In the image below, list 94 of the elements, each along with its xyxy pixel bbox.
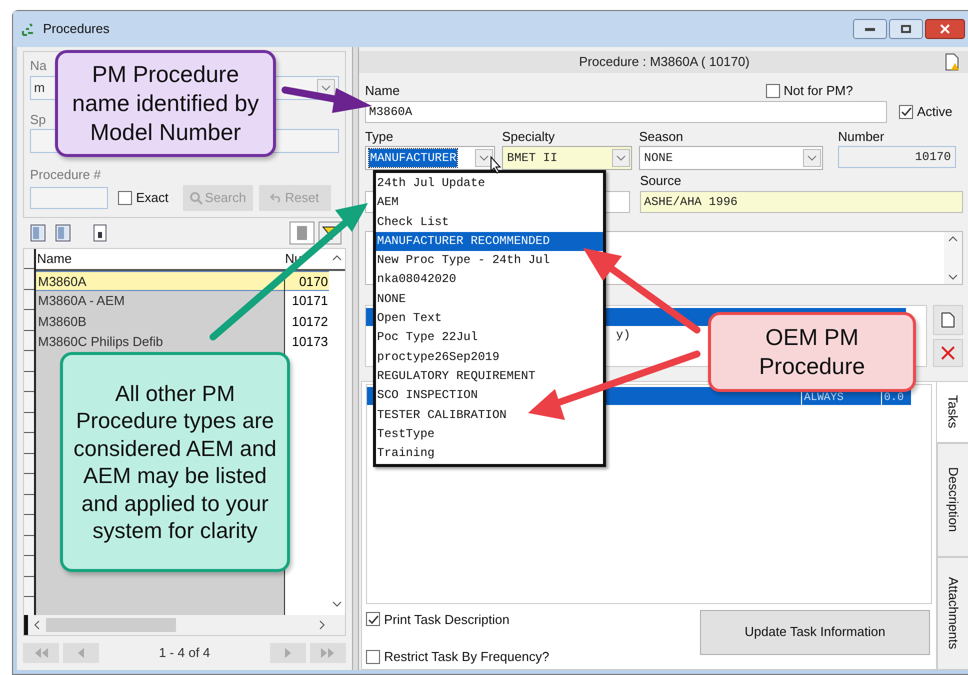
table-cell[interactable]: 0170 [285,270,329,291]
new-button[interactable] [933,304,963,334]
dropdown-option[interactable]: New Proc Type - 24th Jul [376,251,551,270]
dropdown-option[interactable]: TestType [376,424,436,444]
checkbox-label: Exact [136,188,169,207]
scroll-down-icon[interactable] [948,274,958,280]
checkbox[interactable] [366,612,380,626]
checkbox-label: Not for PM? [784,82,853,100]
search-icon [188,190,203,204]
dropdown-option[interactable]: AEM [376,193,400,213]
chevron-down-icon [807,155,817,161]
checkbox-label: Active [917,102,952,121]
table-cell[interactable]: 10171 [285,291,329,312]
close-icon [940,24,950,34]
dropdown-option[interactable]: NONE [376,290,407,310]
checkbox[interactable] [766,84,780,98]
dropdown-option[interactable]: TESTER CALIBRATION [376,406,508,425]
field-value: MANUFACTURER [369,149,458,167]
field-label: Name [365,82,400,100]
last-page-icon [320,648,336,658]
delete-button[interactable] [933,338,963,366]
table-cell[interactable]: M3860A [36,270,284,291]
side-tab[interactable]: Attachments [937,556,968,670]
table-cell[interactable]: 10173 [285,332,329,352]
column-header[interactable]: Name [36,248,285,268]
chevron-down-icon [616,155,626,161]
field-label: Type [365,128,394,146]
dropdown-option[interactable]: Poc Type 22Jul [376,328,479,348]
dropdown-option[interactable]: nka08042020 [376,270,458,290]
minimize-button[interactable] [853,19,887,39]
dropdown-option[interactable]: 24th Jul Update [376,174,486,194]
field-label: Number [838,128,884,146]
window-title: Procedures [43,20,110,38]
document-warning-icon[interactable] [945,53,961,71]
delete-icon [941,346,955,360]
checkbox[interactable] [366,650,380,664]
procedure-number-field[interactable] [30,186,108,208]
page-count: 1 - 4 of 4 [158,644,212,662]
callout-tooltip: OEM PM Procedure [708,312,916,392]
table-cell[interactable]: 10172 [285,312,329,332]
checkbox[interactable] [118,190,132,204]
field-label: Na [30,57,47,75]
field-label: Source [640,172,682,190]
dropdown-option[interactable]: Training [376,444,436,464]
new-document-icon [941,312,955,328]
dropdown-option[interactable]: Check List [376,212,450,232]
table-cell[interactable]: M3860C Philips Defib [36,332,284,352]
name-field[interactable]: M3860A [365,100,887,122]
field-label: Specialty [502,128,555,146]
next-icon [284,648,292,658]
checkbox[interactable] [899,104,913,118]
undo-icon [270,192,282,202]
scroll-left-icon[interactable] [34,620,40,630]
dropdown-button[interactable] [475,149,493,167]
first-page-icon [33,648,49,658]
chevron-down-icon [479,155,489,161]
field-label: Season [639,128,684,146]
update-task-button[interactable]: Update Task Information [700,610,930,654]
dropdown-option[interactable]: Open Text [376,309,443,328]
field-value: NONE [643,150,674,167]
dropdown-option[interactable]: proctype26Sep2019 [376,348,500,367]
horizontal-scrollbar[interactable] [24,614,345,634]
field-label: Procedure # [30,166,101,184]
close-button[interactable] [925,19,965,39]
dropdown-option[interactable]: SCO INSPECTION [376,386,479,406]
checkmark-icon [900,106,912,117]
scroll-down-icon[interactable] [332,600,342,606]
previous-icon [77,648,85,658]
callout-tooltip: PM Procedure name identified by Model Number [55,50,276,157]
table-cell[interactable]: M3860A - AEM [36,291,284,312]
field-value: 10170 [914,149,951,166]
maximize-button[interactable] [889,19,923,39]
scroll-up-icon[interactable] [332,254,342,260]
side-tab[interactable]: Tasks [937,380,968,443]
scroll-up-icon[interactable] [948,236,958,242]
app-icon [21,21,35,37]
source-field[interactable]: ASHE/AHA 1996 [640,190,963,212]
field-label: Sp [30,110,46,129]
dropdown-option[interactable]: REGULATORY REQUIREMENT [376,366,536,386]
chevron-down-icon [321,84,331,90]
dropdown-field[interactable]: NONE [639,146,823,170]
scroll-right-icon[interactable] [319,620,325,630]
checkmark-icon [368,614,378,625]
checkbox-label: Restrict Task By Frequency? [384,648,550,666]
dropdown-option[interactable]: MANUFACTURER RECOMMENDED [376,232,603,252]
callout-tooltip: All other PM Procedure types are considered AEM and AEM may be listed and applied to your system for clarity [60,352,290,572]
field-value: BMET II [506,150,558,167]
side-tab[interactable]: Description [937,442,968,556]
checkbox-label: Print Task Description [384,610,510,629]
table-cell[interactable]: M3860B [36,312,284,332]
dropdown-field[interactable]: MANUFACTURER [365,146,495,170]
dropdown-field[interactable]: BMET II [502,146,632,170]
procedure-heading: Procedure : M3860A ( 10170) [579,53,750,72]
list-item[interactable]: y) [616,326,630,344]
